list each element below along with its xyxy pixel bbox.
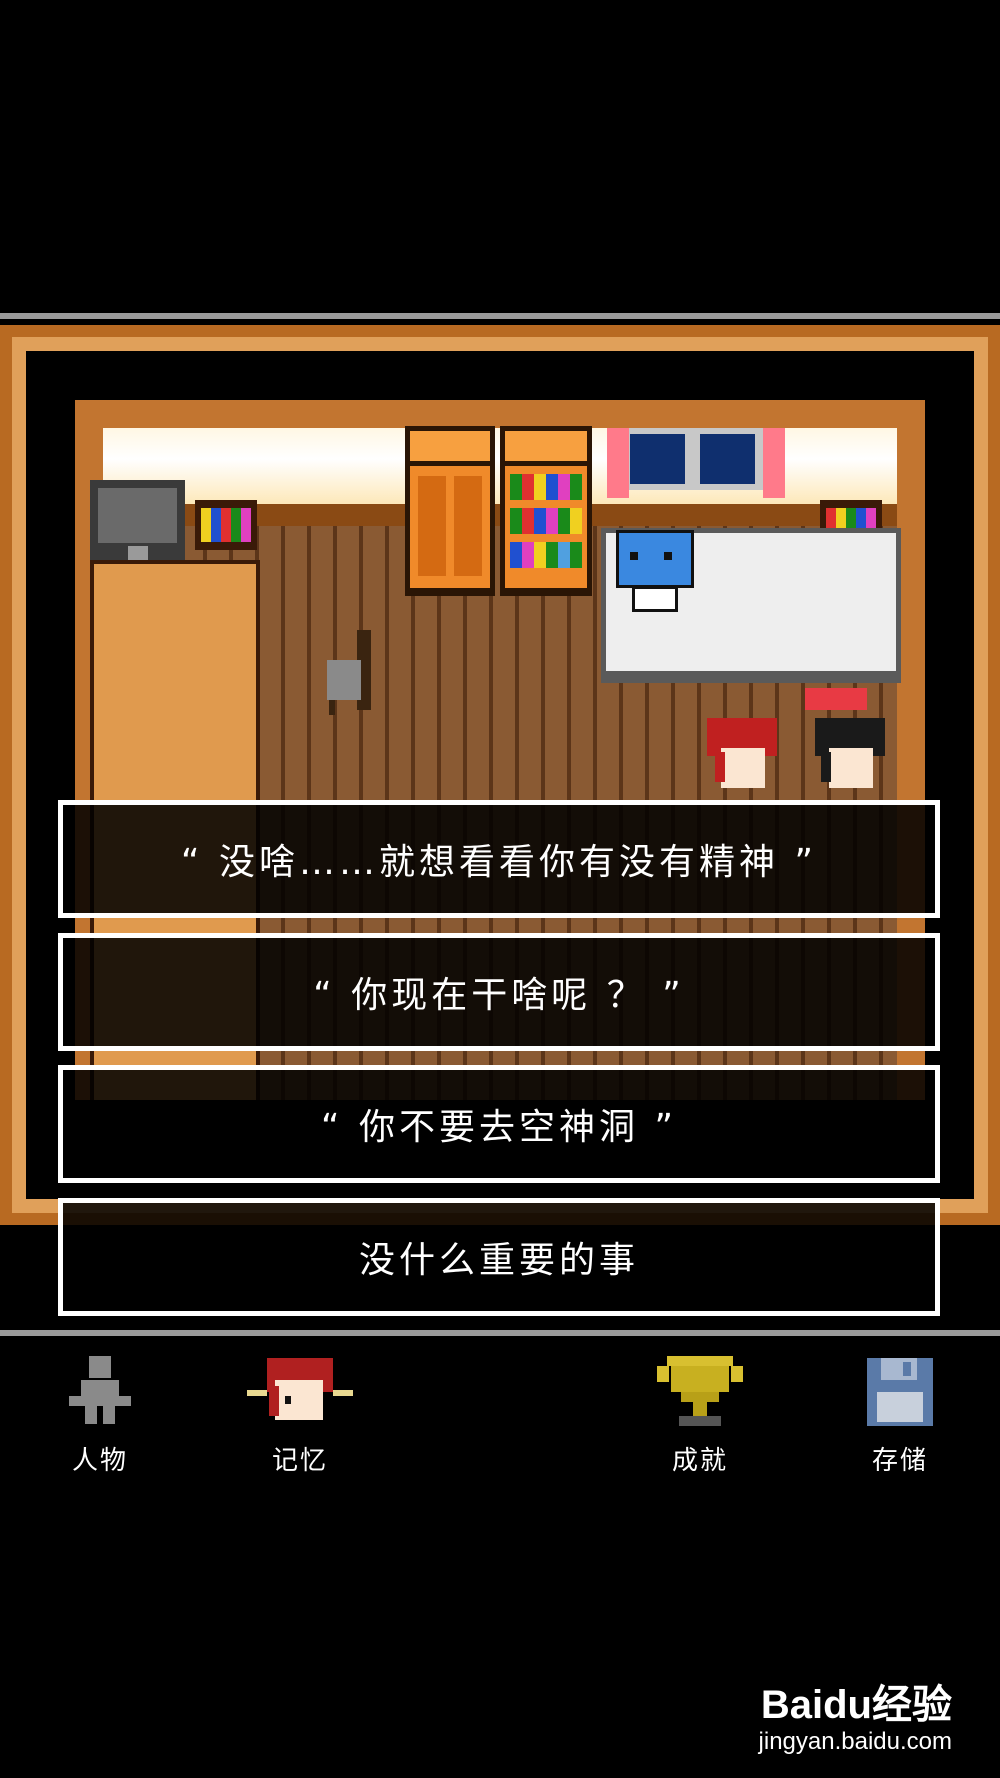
small-bookshelf-left bbox=[195, 500, 257, 550]
baidu-jingyan-watermark: Baidu经验 jingyan.baidu.com bbox=[752, 1672, 952, 1762]
red-box bbox=[805, 688, 867, 710]
watermark-url: jingyan.baidu.com bbox=[758, 1728, 952, 1755]
chair bbox=[327, 630, 377, 715]
bookshelf bbox=[500, 426, 592, 596]
menu-memory-button[interactable]: 记忆 bbox=[240, 1352, 360, 1482]
dialog-choice-text: “ 你现在干啥呢 ？ ” bbox=[313, 975, 685, 1016]
dialog-choice-2[interactable]: “ 你现在干啥呢 ？ ” bbox=[58, 933, 940, 1051]
curtain-left bbox=[607, 428, 629, 498]
menu-label: 存储 bbox=[871, 1446, 928, 1476]
bottom-separator bbox=[0, 1330, 1000, 1336]
television bbox=[90, 480, 185, 562]
dialog-choice-text: 没什么重要的事 bbox=[358, 1240, 639, 1281]
menu-label: 记忆 bbox=[271, 1446, 328, 1476]
person-icon bbox=[65, 1352, 135, 1432]
menu-achievements-button[interactable]: 成就 bbox=[640, 1352, 760, 1482]
menu-characters-button[interactable]: 人物 bbox=[40, 1352, 160, 1482]
dialog-choice-3[interactable]: “ 你不要去空神洞 ” bbox=[58, 1065, 940, 1183]
dialog-choice-4[interactable]: 没什么重要的事 bbox=[58, 1198, 940, 1316]
menu-label: 成就 bbox=[671, 1446, 728, 1476]
trophy-icon bbox=[655, 1352, 745, 1432]
curtain-right bbox=[763, 428, 785, 498]
red-haired-character bbox=[707, 718, 779, 798]
black-haired-character bbox=[815, 718, 887, 798]
window bbox=[610, 428, 775, 490]
watermark-brand: Baidu经验 bbox=[760, 1683, 952, 1727]
menu-label: 人物 bbox=[71, 1446, 128, 1476]
dialog-choice-text: “ 你不要去空神洞 ” bbox=[320, 1107, 678, 1148]
floppy-disk-icon bbox=[865, 1352, 935, 1432]
dialog-choice-text: “ 没啥……就想看看你有没有精神 ” bbox=[180, 842, 818, 883]
menu-save-button[interactable]: 存储 bbox=[840, 1352, 960, 1482]
wardrobe bbox=[405, 426, 495, 596]
dialog-choice-1[interactable]: “ 没啥……就想看看你有没有精神 ” bbox=[58, 800, 940, 918]
memory-portrait-icon bbox=[245, 1352, 355, 1432]
top-separator bbox=[0, 313, 1000, 319]
blue-cat-character bbox=[612, 528, 694, 612]
